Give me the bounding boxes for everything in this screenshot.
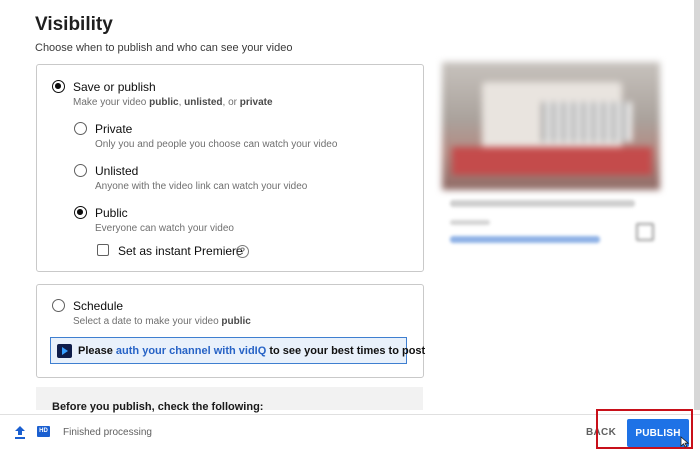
public-description: Everyone can watch your video <box>95 223 234 234</box>
instant-premiere-checkbox[interactable] <box>97 244 109 256</box>
scrollbar[interactable] <box>694 0 700 410</box>
processing-status: Finished processing <box>63 427 152 438</box>
schedule-label: Schedule <box>73 299 124 313</box>
unlisted-label: Unlisted <box>95 164 139 178</box>
vidiq-logo-icon <box>57 344 72 358</box>
private-description: Only you and people you choose can watch… <box>95 139 338 150</box>
schedule-description: Select a date to make your video public <box>73 316 251 327</box>
public-radio[interactable] <box>74 206 87 219</box>
vidiq-auth-link[interactable]: auth your channel with vidIQ <box>116 345 266 357</box>
save-or-publish-description: Make your video public, unlisted, or pri… <box>73 97 273 108</box>
private-label: Private <box>95 122 133 136</box>
unlisted-radio[interactable] <box>74 164 87 177</box>
schedule-radio[interactable] <box>52 299 65 312</box>
public-label: Public <box>95 206 128 220</box>
checklist-title: Before you publish, check the following: <box>52 401 264 413</box>
page-title: Visibility <box>35 14 113 35</box>
publish-highlight-box <box>596 409 693 449</box>
vidiq-message: Please auth your channel with vidIQ to s… <box>78 345 426 357</box>
instant-premiere-label: Set as instant Premiere <box>118 244 243 258</box>
page-subtitle: Choose when to publish and who can see y… <box>35 42 293 54</box>
preview-link-blurred[interactable] <box>450 236 600 243</box>
hd-badge-icon: HD <box>37 426 50 437</box>
help-icon[interactable]: ? <box>236 245 249 258</box>
vidiq-banner: Please auth your channel with vidIQ to s… <box>50 337 425 364</box>
upload-icon[interactable] <box>14 426 26 439</box>
save-or-publish-radio[interactable] <box>52 80 65 93</box>
private-radio[interactable] <box>74 122 87 135</box>
save-or-publish-label: Save or publish <box>73 80 156 94</box>
video-preview-thumbnail[interactable] <box>442 62 660 190</box>
mouse-cursor-icon <box>680 436 690 448</box>
unlisted-description: Anyone with the video link can watch you… <box>95 181 308 192</box>
copy-icon[interactable] <box>636 223 654 241</box>
preview-link-label-blurred <box>450 220 490 225</box>
preview-title-blurred <box>450 200 635 207</box>
